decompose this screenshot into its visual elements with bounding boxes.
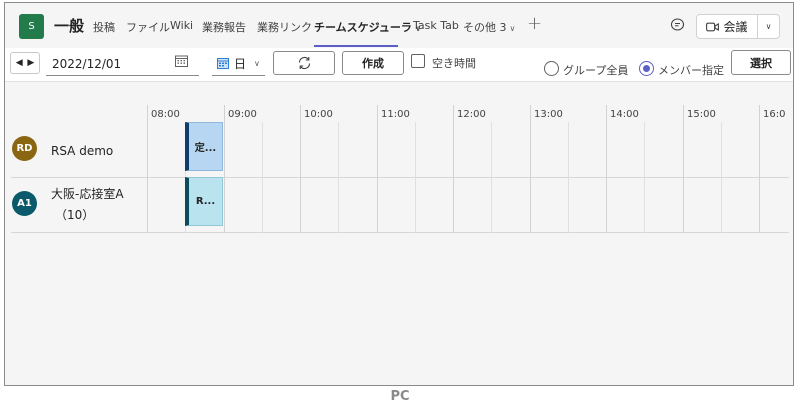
calendar-icon[interactable] — [175, 55, 188, 67]
hour-label: 15:00 — [687, 109, 716, 120]
team-avatar[interactable]: S — [19, 14, 44, 39]
half-hour-gridline — [568, 122, 569, 233]
hour-label: 11:00 — [381, 109, 410, 120]
free-time-checkbox[interactable] — [411, 54, 425, 68]
tab-work-links[interactable]: 業務リンク — [257, 19, 312, 35]
schedule-grid: RD RSA demo A1 大阪-応接室A （10） 08:00 09:00 10… — [5, 83, 793, 385]
meet-button-label: 会議 — [723, 20, 748, 34]
refresh-button[interactable] — [273, 51, 335, 75]
video-camera-icon — [706, 22, 720, 31]
hour-gridline — [759, 105, 760, 233]
hour-label: 13:00 — [534, 109, 563, 120]
half-hour-gridline — [338, 122, 339, 233]
app-window: S 一般 投稿 ファイル Wiki 業務報告 業務リンク チームスケジューラ ∨ … — [4, 2, 794, 386]
date-nav-arrows: ◀ ▶ — [10, 52, 40, 74]
avatar: A1 — [12, 191, 37, 216]
member-capacity: （10） — [55, 208, 95, 222]
schedule-event[interactable]: R... — [185, 177, 223, 226]
meet-button[interactable]: 会議 — [697, 15, 757, 38]
row-divider — [11, 177, 789, 178]
chevron-down-icon: ∨ — [509, 24, 516, 33]
tab-wiki[interactable]: Wiki — [170, 19, 193, 32]
tab-posts[interactable]: 投稿 — [93, 19, 115, 35]
meet-button-group: 会議 ∨ — [696, 14, 780, 39]
row-divider — [11, 232, 789, 233]
half-hour-gridline — [721, 122, 722, 233]
create-button[interactable]: 作成 — [342, 51, 404, 75]
scheduler-toolbar: ◀ ▶ 2022/12/01 日 ∨ 作成 空き時間 グループ全員 メンバー指定… — [5, 48, 793, 82]
plus-icon[interactable]: + — [527, 13, 542, 34]
member-name: 大阪-応接室A — [51, 187, 124, 201]
hour-gridline — [530, 105, 531, 233]
group-all-label: グループ全員 — [563, 64, 629, 77]
hour-label: 09:00 — [228, 109, 257, 120]
half-hour-gridline — [415, 122, 416, 233]
refresh-icon — [298, 57, 310, 69]
chevron-down-icon[interactable]: ∨ — [758, 15, 779, 38]
hour-gridline — [147, 105, 148, 233]
half-hour-gridline — [644, 122, 645, 233]
select-button[interactable]: 選択 — [731, 50, 791, 75]
hour-gridline — [683, 105, 684, 233]
device-label: PC — [390, 389, 410, 404]
view-select[interactable]: 日 ∨ — [212, 52, 265, 76]
active-tab-indicator — [314, 45, 398, 47]
hour-gridline — [224, 105, 225, 233]
group-all-radio[interactable] — [544, 61, 559, 76]
hour-label: 12:00 — [457, 109, 486, 120]
avatar: RD — [12, 136, 37, 161]
tab-files[interactable]: ファイル — [126, 19, 170, 35]
channel-name: 一般 — [54, 17, 85, 35]
tab-more[interactable]: その他 3 ∨ — [463, 19, 515, 35]
half-hour-gridline — [491, 122, 492, 233]
tab-more-label: その他 3 — [463, 21, 507, 34]
tab-team-scheduler[interactable]: チームスケジューラ ∨ — [314, 19, 421, 35]
hour-gridline — [606, 105, 607, 233]
half-hour-gridline — [262, 122, 263, 233]
tab-task-tab[interactable]: Task Tab — [413, 19, 459, 32]
chevron-down-icon: ∨ — [254, 59, 260, 68]
hour-gridline — [300, 105, 301, 233]
free-time-label: 空き時間 — [432, 57, 476, 70]
hour-label: 14:00 — [610, 109, 639, 120]
chat-icon[interactable] — [670, 18, 685, 32]
tab-team-scheduler-label: チームスケジューラ — [314, 21, 412, 34]
member-select-label: メンバー指定 — [658, 64, 724, 77]
schedule-event[interactable]: 定... — [185, 122, 223, 171]
member-name: RSA demo — [51, 144, 114, 158]
hour-gridline — [453, 105, 454, 233]
hour-label: 08:00 — [151, 109, 180, 120]
caret-right-icon[interactable]: ▶ — [27, 58, 34, 68]
hour-label: 16:0 — [763, 109, 786, 120]
hour-label: 10:00 — [304, 109, 333, 120]
caret-left-icon[interactable]: ◀ — [16, 58, 23, 68]
member-select-radio[interactable] — [639, 61, 654, 76]
view-select-value: 日 — [234, 57, 247, 71]
channel-header: S 一般 投稿 ファイル Wiki 業務報告 業務リンク チームスケジューラ ∨ … — [5, 3, 793, 48]
hour-gridline — [377, 105, 378, 233]
day-view-icon — [217, 58, 229, 69]
tab-work-report[interactable]: 業務報告 — [202, 19, 246, 35]
